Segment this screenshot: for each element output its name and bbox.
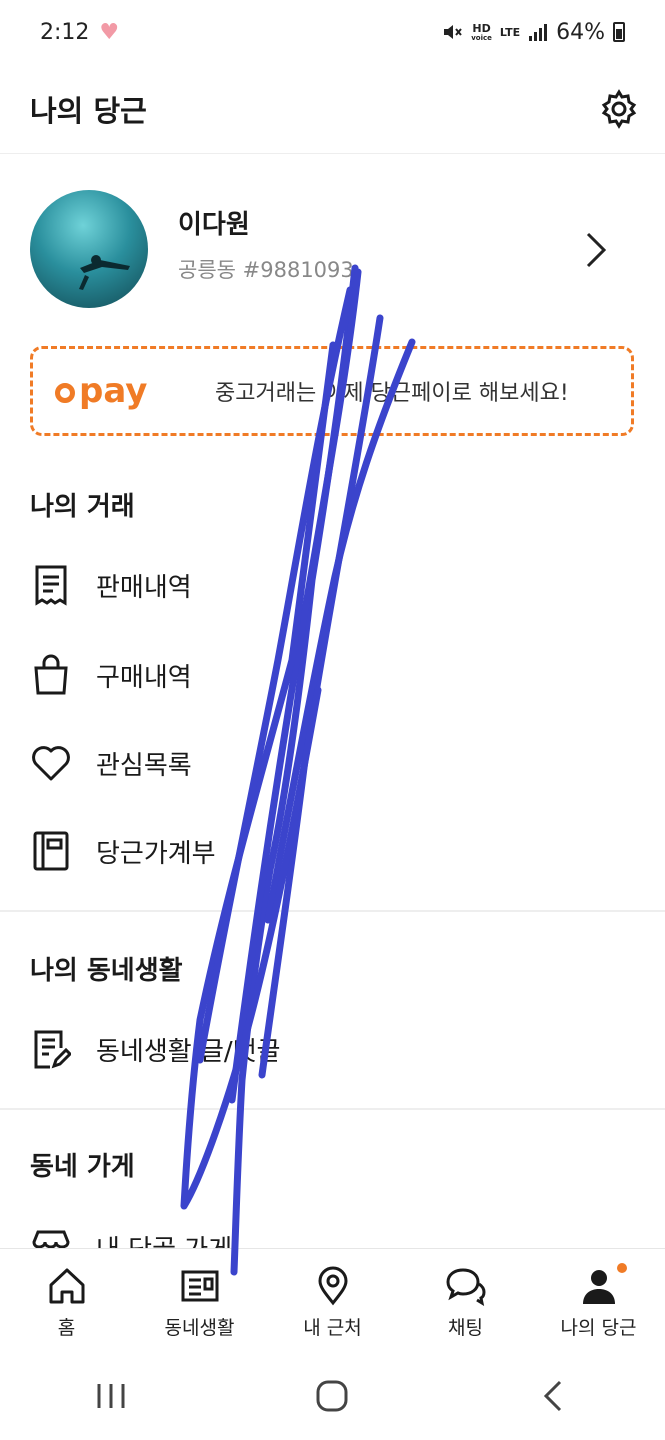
nav-chat[interactable]: 채팅 bbox=[399, 1249, 532, 1352]
status-right: HD voice LTE 64% bbox=[441, 20, 625, 45]
back-button[interactable] bbox=[524, 1366, 584, 1426]
mute-icon bbox=[444, 25, 462, 39]
hd-voice-indicator: HD voice bbox=[471, 21, 492, 42]
back-chevron-icon bbox=[544, 1380, 562, 1412]
nav-label-community: 동네생활 bbox=[164, 1317, 235, 1339]
recent-apps-button[interactable] bbox=[81, 1366, 141, 1426]
divider bbox=[0, 910, 665, 912]
menu-item-purchases[interactable]: 구매내역 bbox=[0, 640, 665, 710]
settings-button[interactable] bbox=[597, 87, 641, 131]
pay-banner[interactable]: pay 중고거래는 이제 당근페이로 해보세요! bbox=[30, 346, 634, 436]
menu-label-ledger: 당근가계부 bbox=[96, 838, 216, 869]
notification-dot bbox=[617, 1263, 627, 1273]
profile-location: 공릉동 #9881093 bbox=[178, 258, 354, 282]
divider bbox=[0, 1108, 665, 1110]
edit-document-icon bbox=[30, 1028, 72, 1070]
menu-label-posts: 동네생활 글/댓글 bbox=[96, 1036, 281, 1067]
app-header: 나의 당근 bbox=[0, 64, 665, 154]
heart-icon: ♥ bbox=[99, 19, 120, 45]
nav-label-nearby: 내 근처 bbox=[303, 1317, 362, 1339]
nav-community[interactable]: 동네생활 bbox=[133, 1249, 266, 1352]
page-title: 나의 당근 bbox=[30, 93, 147, 128]
pay-banner-text: 중고거래는 이제 당근페이로 해보세요! bbox=[215, 381, 569, 406]
chat-icon bbox=[445, 1265, 487, 1307]
nav-my-carrot[interactable]: 나의 당근 bbox=[532, 1249, 665, 1352]
nav-label-home: 홈 bbox=[57, 1317, 76, 1339]
nav-label-my-carrot: 나의 당근 bbox=[560, 1317, 637, 1339]
menu-label-sales: 판매내역 bbox=[96, 572, 192, 603]
status-bar: 2:12 ♥ HD voice LTE 64% bbox=[0, 0, 665, 64]
heart-icon bbox=[30, 742, 72, 784]
person-icon bbox=[578, 1265, 620, 1307]
receipt-icon bbox=[30, 564, 72, 606]
section-title-store: 동네 가게 bbox=[30, 1152, 135, 1182]
battery-icon bbox=[613, 22, 625, 42]
location-icon bbox=[312, 1265, 354, 1307]
diver-image bbox=[79, 255, 130, 290]
menu-item-sales[interactable]: 판매내역 bbox=[0, 550, 665, 620]
shopping-bag-icon bbox=[30, 654, 72, 696]
profile-card[interactable]: 이다원 공릉동 #9881093 bbox=[0, 154, 665, 334]
newspaper-icon bbox=[179, 1265, 221, 1307]
chevron-right-icon[interactable] bbox=[578, 230, 614, 270]
pay-logo: pay bbox=[55, 371, 205, 411]
nav-nearby[interactable]: 내 근처 bbox=[266, 1249, 399, 1352]
profile-name: 이다원 bbox=[178, 210, 250, 240]
battery-percent: 64% bbox=[556, 19, 605, 45]
menu-item-posts[interactable]: 동네생활 글/댓글 bbox=[0, 1014, 665, 1084]
signal-icon bbox=[529, 24, 548, 41]
home-circle-icon bbox=[316, 1380, 348, 1412]
ledger-book-icon bbox=[30, 830, 72, 872]
lte-indicator: LTE bbox=[499, 25, 521, 39]
system-nav-bar bbox=[0, 1352, 665, 1440]
status-left: 2:12 ♥ bbox=[40, 20, 119, 45]
menu-item-ledger[interactable]: 당근가계부 bbox=[0, 816, 665, 886]
menu-label-purchases: 구매내역 bbox=[96, 662, 192, 693]
bottom-nav: 홈 동네생활 내 근처 채팅 나의 당근 bbox=[0, 1248, 665, 1352]
carrot-icon bbox=[55, 383, 75, 403]
section-title-trade: 나의 거래 bbox=[30, 492, 135, 522]
home-button[interactable] bbox=[302, 1366, 362, 1426]
home-icon bbox=[46, 1265, 88, 1307]
section-title-neighborhood: 나의 동네생활 bbox=[30, 956, 183, 986]
menu-label-wishlist: 관심목록 bbox=[96, 750, 192, 781]
nav-home[interactable]: 홈 bbox=[0, 1249, 133, 1352]
avatar[interactable] bbox=[30, 190, 148, 308]
clock: 2:12 bbox=[40, 19, 90, 45]
menu-item-wishlist[interactable]: 관심목록 bbox=[0, 728, 665, 798]
recent-apps-icon bbox=[97, 1384, 125, 1408]
nav-label-chat: 채팅 bbox=[448, 1317, 483, 1339]
gear-icon bbox=[601, 88, 637, 129]
